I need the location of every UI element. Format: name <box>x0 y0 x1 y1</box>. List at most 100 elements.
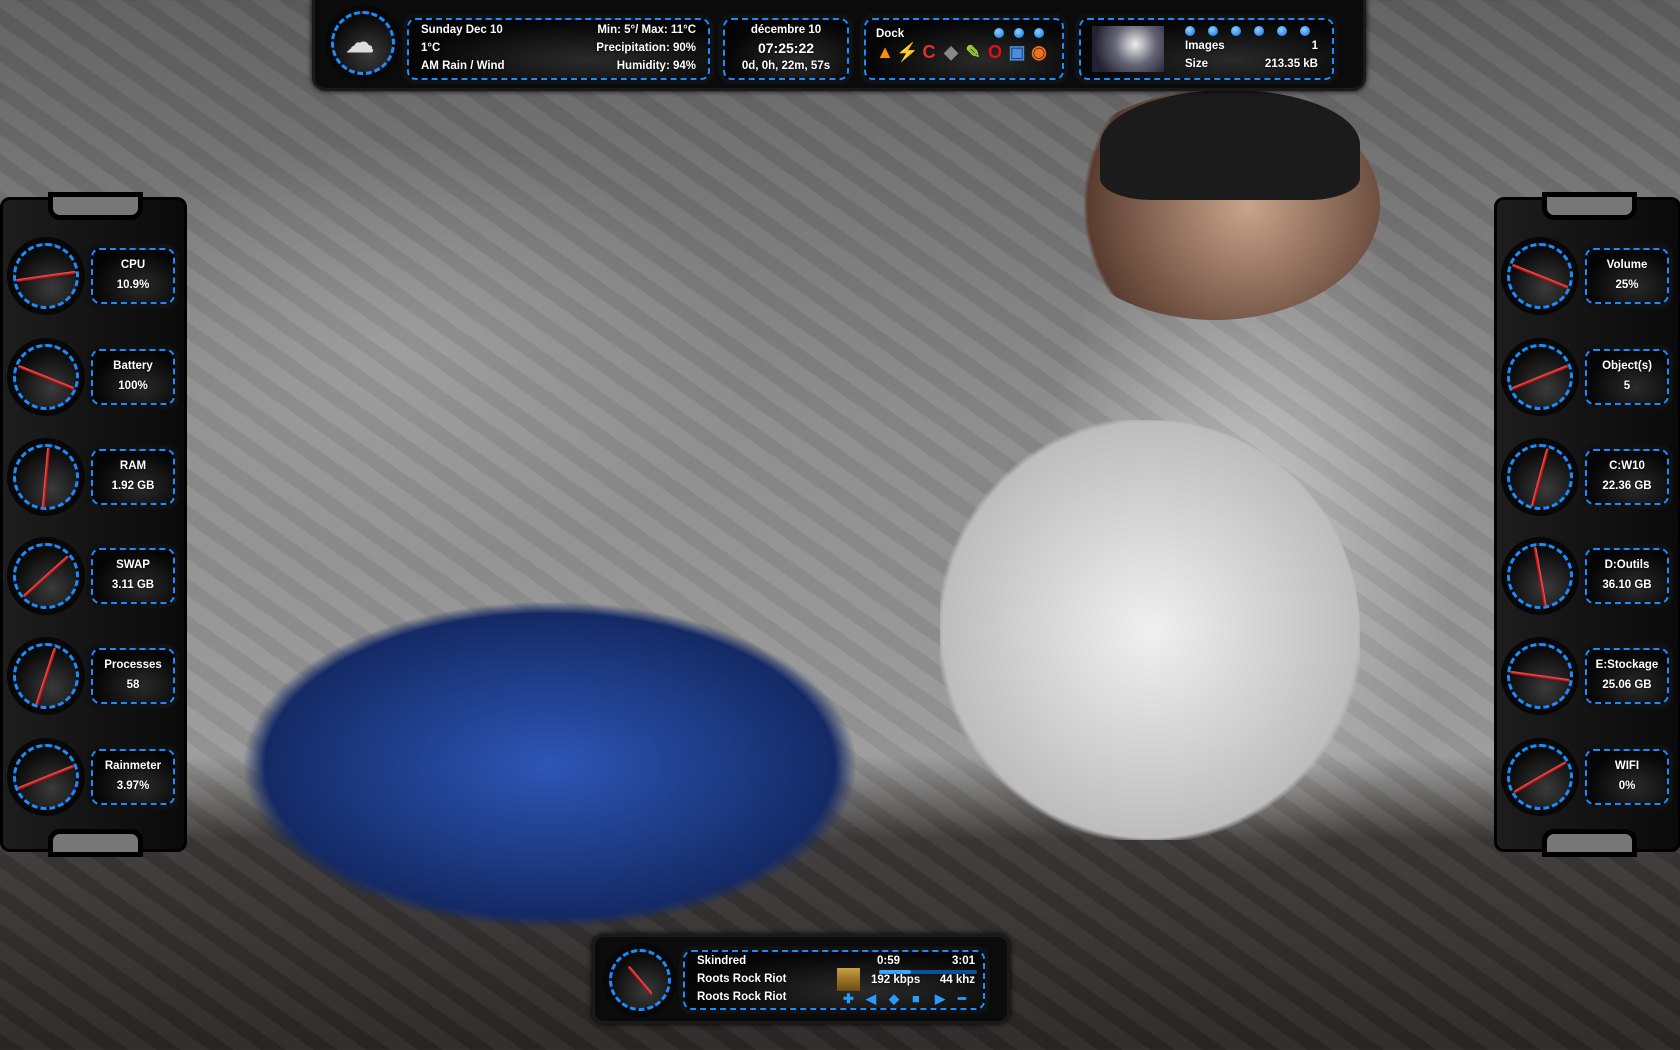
gauge-needle <box>17 364 75 390</box>
gauge-value: 1.92 GB <box>111 480 155 492</box>
gauge-value: 0% <box>1618 780 1636 792</box>
gauge-value: 25% <box>1615 279 1639 291</box>
gauge-needle <box>1533 546 1547 606</box>
player-gauge <box>609 949 671 1011</box>
images-page-dot[interactable] <box>1277 26 1287 36</box>
gauge-value: 22.36 GB <box>1602 480 1652 492</box>
images-label: Images <box>1185 40 1225 52</box>
opera-icon[interactable]: O <box>984 42 1006 63</box>
gauge-value: 3.11 GB <box>111 579 155 591</box>
weather-gauge: ☁ <box>331 11 395 75</box>
gauge-value: 10.9% <box>116 279 150 291</box>
gauge-needle <box>22 554 70 598</box>
weather-condition: AM Rain / Wind <box>421 60 505 72</box>
player-duration: 3:01 <box>951 955 975 967</box>
gauge-readout[interactable]: Volume 25% <box>1585 248 1669 304</box>
gauge-label: Processes <box>104 659 162 671</box>
images-count: 1 <box>1311 40 1318 52</box>
weather-box[interactable]: Sunday Dec 10 Min: 5°/ Max: 11°C 1°C Pre… <box>407 18 710 80</box>
images-page-dot[interactable] <box>1208 26 1218 36</box>
gauge-readout[interactable]: Processes 58 <box>91 648 175 704</box>
dock-page-dot[interactable] <box>1034 28 1044 38</box>
gauge-label: Object(s) <box>1602 360 1652 372</box>
wallpaper-figure <box>240 600 860 930</box>
images-page-dot[interactable] <box>1231 26 1241 36</box>
gauge-label: Rainmeter <box>104 760 162 772</box>
images-box: Images 1 Size 213.35 kB <box>1079 18 1334 80</box>
images-page-dot[interactable] <box>1254 26 1264 36</box>
wallpaper-figure <box>1100 90 1360 200</box>
gauge-swap <box>13 543 79 609</box>
size-label: Size <box>1185 58 1209 70</box>
media-player: Skindred Roots Rock Riot Roots Rock Riot… <box>592 934 1010 1024</box>
gauge-readout[interactable]: Object(s) 5 <box>1585 349 1669 405</box>
gauge-e-stockage <box>1507 643 1573 709</box>
images-page-dot[interactable] <box>1300 26 1310 36</box>
player-artist: Skindred <box>697 955 747 967</box>
previous-icon[interactable]: ◀ <box>866 991 876 1007</box>
gauge-needle <box>1513 760 1567 794</box>
gauge-readout[interactable]: RAM 1.92 GB <box>91 449 175 505</box>
gauge-label: SWAP <box>116 559 150 571</box>
volume-minus-icon[interactable]: ━ <box>958 991 966 1007</box>
gauge-label: Volume <box>1606 259 1648 271</box>
gauge-label: D:Outils <box>1604 559 1650 571</box>
gauge-d-outils <box>1507 543 1573 609</box>
gauge-needle <box>1510 670 1570 682</box>
gauge-value: 100% <box>118 380 148 392</box>
clock-uptime: 0d, 0h, 22m, 57s <box>741 60 831 72</box>
dock-page-dot[interactable] <box>994 28 1004 38</box>
left-panel: CPU 10.9% Battery 100% RAM 1.92 GB SWAP 3.11 GB… <box>0 192 187 857</box>
player-album: Roots Rock Riot <box>697 973 787 985</box>
gauge-wifi <box>1507 744 1573 810</box>
right-panel: Volume 25% Object(s) 5 C:W10 22.36 GB D:Outils… <box>1494 192 1680 857</box>
gauge-rainmeter <box>13 744 79 810</box>
dock-title: Dock <box>876 28 905 40</box>
winamp-icon[interactable]: ⚡ <box>896 42 918 63</box>
album-art <box>837 968 860 991</box>
size-value: 213.35 kB <box>1264 58 1318 70</box>
gauge-readout[interactable]: Battery 100% <box>91 349 175 405</box>
gauge-object-s- <box>1507 344 1573 410</box>
player-info-box: Skindred Roots Rock Riot Roots Rock Riot… <box>683 950 985 1010</box>
gauge-ram <box>13 444 79 510</box>
player-samplerate: 44 khz <box>939 974 975 986</box>
stop-icon[interactable]: ■ <box>912 991 920 1006</box>
player-elapsed: 0:59 <box>877 955 901 967</box>
images-page-dot[interactable] <box>1185 26 1195 36</box>
shuffle-icon[interactable]: ✚ <box>843 991 854 1007</box>
player-track: Roots Rock Riot <box>697 991 787 1003</box>
play-pause-icon[interactable]: ◆ <box>889 991 899 1007</box>
gauge-volume <box>1507 243 1573 309</box>
gauge-value: 36.10 GB <box>1602 579 1652 591</box>
weather-precipitation: Precipitation: 90% <box>596 42 696 54</box>
gauge-readout[interactable]: WIFI 0% <box>1585 749 1669 805</box>
vlc-icon[interactable]: ▲ <box>874 42 896 63</box>
gauge-readout[interactable]: C:W10 22.36 GB <box>1585 449 1669 505</box>
cloud-rain-icon: ☁ <box>346 27 374 58</box>
ccleaner-icon[interactable]: C <box>918 42 940 63</box>
player-controls: ✚ ◀ ◆ ■ ▶ ━ <box>843 991 979 1007</box>
gauge-readout[interactable]: D:Outils 36.10 GB <box>1585 548 1669 604</box>
gauge-cpu <box>13 243 79 309</box>
gauge-needle <box>35 647 57 705</box>
clock-box: décembre 10 07:25:22 0d, 0h, 22m, 57s <box>723 18 849 80</box>
gimp-icon[interactable]: ◆ <box>940 42 962 63</box>
gauge-label: Battery <box>113 360 153 372</box>
paint-icon[interactable]: ▣ <box>1006 42 1028 63</box>
gauge-battery <box>13 344 79 410</box>
gauge-label: WIFI <box>1614 760 1640 772</box>
gauge-readout[interactable]: Rainmeter 3.97% <box>91 749 175 805</box>
gauge-readout[interactable]: CPU 10.9% <box>91 248 175 304</box>
weather-temp: 1°C <box>421 42 441 54</box>
panel-notch <box>1542 829 1637 857</box>
next-icon[interactable]: ▶ <box>935 991 945 1007</box>
eye-viewer-icon[interactable]: ◉ <box>1028 42 1050 63</box>
wallpaper-figure <box>940 420 1360 840</box>
notepad-icon[interactable]: ✎ <box>962 42 984 63</box>
gauge-needle <box>17 764 75 790</box>
dock-page-dot[interactable] <box>1014 28 1024 38</box>
gauge-readout[interactable]: E:Stockage 25.06 GB <box>1585 648 1669 704</box>
gauge-readout[interactable]: SWAP 3.11 GB <box>91 548 175 604</box>
image-thumbnail[interactable] <box>1092 26 1164 72</box>
